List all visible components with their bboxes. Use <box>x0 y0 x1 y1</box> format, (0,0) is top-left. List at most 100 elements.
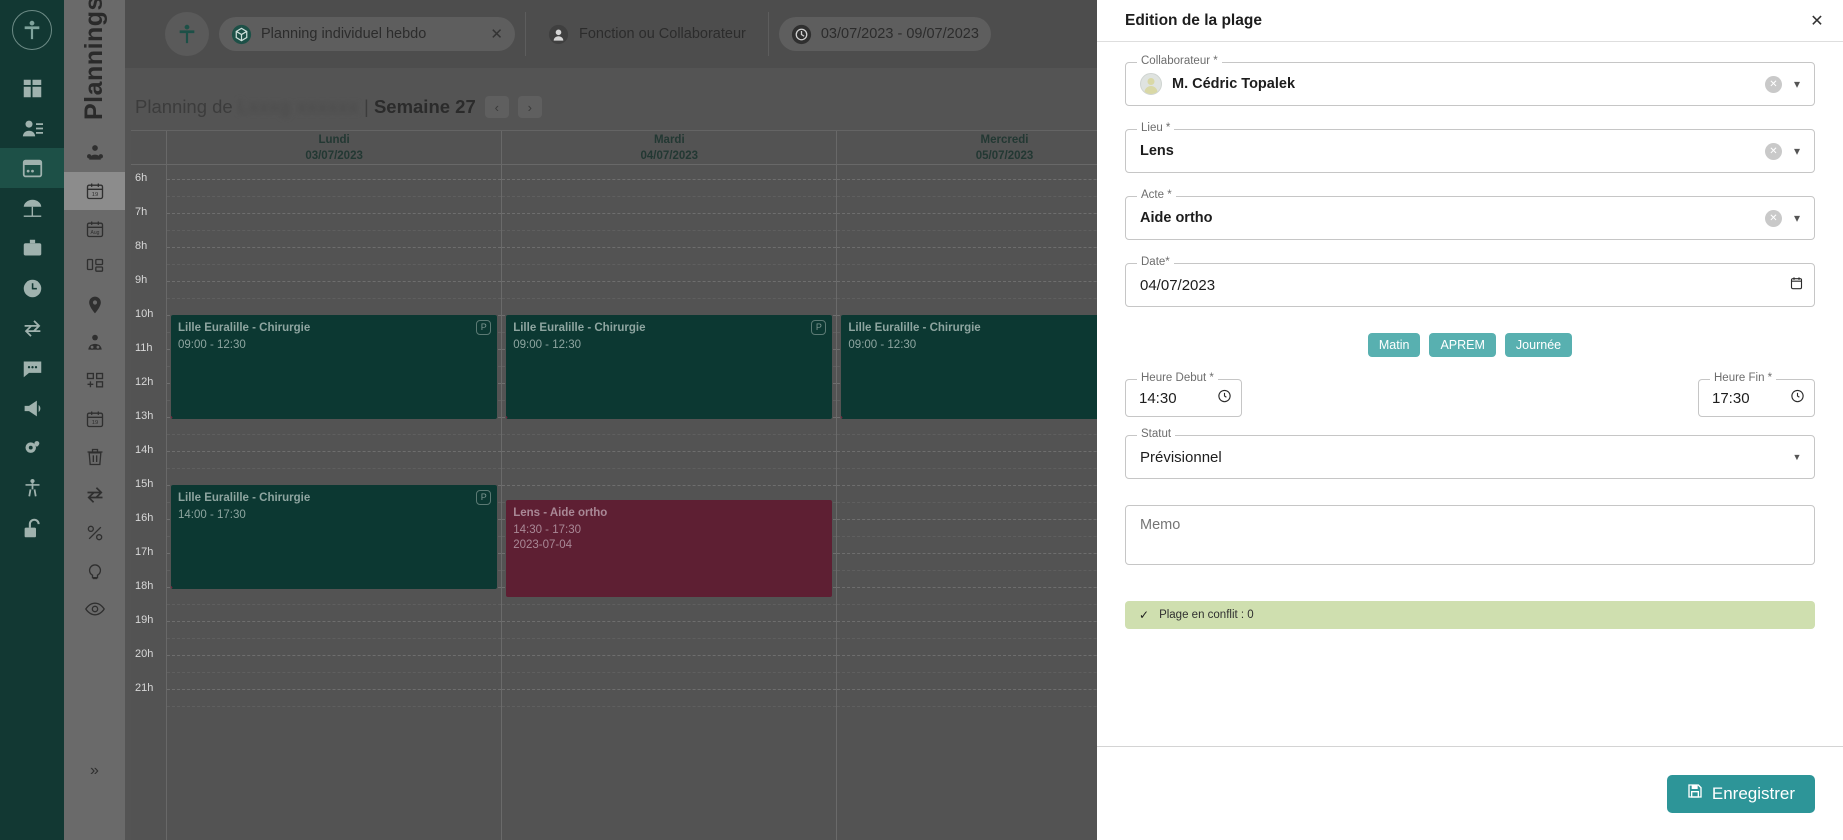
sidebar-item-plannings[interactable] <box>0 148 64 188</box>
sidebar-item-contacts[interactable] <box>12 108 52 148</box>
expand-sidebar-button[interactable]: » <box>64 762 125 780</box>
next-week-button[interactable]: › <box>517 96 542 118</box>
sidebar2-item-location[interactable] <box>64 286 125 324</box>
chevron-down-icon[interactable]: ▾ <box>1790 77 1804 91</box>
event-title: Lens - Aide ortho <box>513 507 608 519</box>
page-title: Planning de Lxxxg xxxxxx | Semaine 27 <box>135 96 476 118</box>
sidebar2-item-idea[interactable] <box>64 552 125 590</box>
conflict-status-badge: ✓ Plage en conflit : 0 <box>1125 601 1815 629</box>
sidebar-item-time[interactable] <box>12 268 52 308</box>
chevron-down-icon[interactable]: ▾ <box>1790 211 1804 225</box>
page-header: Planning de Lxxxg xxxxxx | Semaine 27 ‹ … <box>125 88 542 126</box>
sidebar2-item-layout[interactable] <box>64 248 125 286</box>
sidebar-item-announcements[interactable] <box>12 388 52 428</box>
sidebar-item-dashboard[interactable] <box>12 68 52 108</box>
half-hour-gridline <box>502 604 837 605</box>
sidebar2-item-calendar-day[interactable]: 19 <box>64 172 125 210</box>
clear-icon[interactable]: ✕ <box>1765 75 1782 93</box>
hour-gridline <box>502 281 837 282</box>
sidebar2-item-visibility[interactable] <box>64 590 125 628</box>
chevron-down-icon[interactable]: ▾ <box>1790 144 1804 158</box>
lieu-field[interactable]: Lieu * Lens ✕ ▾ <box>1125 122 1815 173</box>
filter-chip-date-range[interactable]: 03/07/2023 - 09/07/2023 <box>778 17 991 51</box>
collaborateur-label: Collaborateur * <box>1137 55 1222 67</box>
calendar-event[interactable]: Lille Euralille - Chirurgie 09:00 - 12:30… <box>171 315 498 419</box>
collaborateur-field[interactable]: Collaborateur * M. Cédric Topalek ✕ ▾ <box>1125 55 1815 106</box>
statut-field[interactable]: Statut Prévisionnel ▼ <box>1125 428 1815 479</box>
statut-label: Statut <box>1137 428 1176 440</box>
acte-value: Aide ortho <box>1140 210 1213 226</box>
event-time: 14:30 - 17:30 <box>513 523 581 536</box>
calendar-day-header: Mardi 04/07/2023 <box>502 131 838 164</box>
heure-fin-field[interactable]: Heure Fin * 17:30 <box>1698 372 1815 417</box>
preset-matin-button[interactable]: Matin <box>1367 333 1421 357</box>
close-icon[interactable]: ✕ <box>490 25 503 43</box>
conflict-text: Plage en conflit : 0 <box>1159 609 1254 621</box>
chevron-down-icon[interactable]: ▼ <box>1790 452 1804 462</box>
date-value[interactable]: 04/07/2023 <box>1140 277 1789 294</box>
half-hour-gridline <box>167 434 502 435</box>
hour-label: 18h <box>135 580 154 592</box>
event-title: Lille Euralille - Chirurgie <box>178 492 311 504</box>
half-hour-gridline <box>502 434 837 435</box>
clock-icon[interactable] <box>1217 388 1232 409</box>
event-title: Lille Euralille - Chirurgie <box>178 322 311 334</box>
sidebar-section-title: Plannings <box>80 0 108 120</box>
hour-gridline <box>167 281 502 282</box>
memo-field[interactable]: Memo <box>1125 505 1815 565</box>
sidebar2-item-swap[interactable] <box>64 476 125 514</box>
save-button[interactable]: Enregistrer <box>1666 774 1815 813</box>
acte-field[interactable]: Acte * Aide ortho ✕ ▾ <box>1125 189 1815 240</box>
calendar-event[interactable]: Lille Euralille - Chirurgie 09:00 - 12:30… <box>506 315 833 419</box>
filter-chip-label: 03/07/2023 - 09/07/2023 <box>820 26 979 42</box>
sidebar2-item-add-block[interactable] <box>64 362 125 400</box>
sidebar-item-exchange[interactable] <box>12 308 52 348</box>
sidebar-item-badge[interactable] <box>12 228 52 268</box>
svg-text:19: 19 <box>91 192 97 198</box>
half-hour-gridline <box>502 298 837 299</box>
edit-slot-dialog: Edition de la plage ✕ Collaborateur * M.… <box>1097 0 1843 840</box>
calendar-column-mardi[interactable]: Lille Euralille - Chirurgie 09:00 - 12:30… <box>502 165 838 840</box>
calendar-event[interactable]: Lens - Aide ortho 14:30 - 17:30 2023-07-04 <box>506 500 833 597</box>
check-icon: ✓ <box>1139 608 1150 622</box>
sidebar-item-settings[interactable] <box>12 428 52 468</box>
calendar-icon[interactable] <box>1789 275 1804 296</box>
tree-logo-icon[interactable] <box>12 10 52 50</box>
sidebar-item-vacations[interactable] <box>12 188 52 228</box>
sidebar-item-unlock[interactable] <box>12 508 52 548</box>
date-field[interactable]: Date* 04/07/2023 <box>1125 256 1815 307</box>
sidebar2-item-team[interactable] <box>64 134 125 172</box>
floppy-disk-icon <box>1687 783 1703 804</box>
filter-chip-collaborator[interactable]: Fonction ou Collaborateur <box>536 12 758 56</box>
clock-icon[interactable] <box>1790 388 1805 409</box>
heure-debut-field[interactable]: Heure Debut * 14:30 <box>1125 372 1242 417</box>
heure-fin-label: Heure Fin * <box>1710 372 1777 384</box>
preset-aprem-button[interactable]: APREM <box>1429 333 1496 357</box>
clear-icon[interactable]: ✕ <box>1765 209 1782 227</box>
filter-chip-planning-type[interactable]: Planning individuel hebdo ✕ <box>219 17 515 51</box>
calendar-event[interactable]: Lille Euralille - Chirurgie 14:00 - 17:30… <box>171 485 498 589</box>
calendar-column-lundi[interactable]: Lille Euralille - Chirurgie 09:00 - 12:30… <box>167 165 503 840</box>
clear-icon[interactable]: ✕ <box>1765 142 1782 160</box>
sidebar2-item-calendar-19b[interactable]: 19 <box>64 400 125 438</box>
time-row: Heure Debut * 14:30 Heure Fin * 17:30 <box>1125 372 1815 417</box>
sidebar2-item-calendar-month[interactable]: Aug <box>64 210 125 248</box>
sidebar-item-skeleton[interactable] <box>12 468 52 508</box>
sidebar2-item-percent[interactable] <box>64 514 125 552</box>
close-icon[interactable]: ✕ <box>1805 9 1829 33</box>
history-icon <box>791 24 812 45</box>
prev-week-button[interactable]: ‹ <box>484 96 509 118</box>
heure-fin-value[interactable]: 17:30 <box>1712 390 1790 407</box>
sidebar-item-messages[interactable] <box>12 348 52 388</box>
half-hour-gridline <box>167 604 502 605</box>
event-time: 09:00 - 12:30 <box>513 338 581 351</box>
hour-gridline <box>502 689 837 690</box>
heure-debut-value[interactable]: 14:30 <box>1139 390 1217 407</box>
sidebar2-item-staff[interactable] <box>64 324 125 362</box>
dialog-header: Edition de la plage ✕ <box>1097 0 1843 42</box>
page-title-separator: | <box>363 96 369 117</box>
toolbar-logo-icon[interactable] <box>165 12 209 56</box>
sidebar2-item-trash[interactable] <box>64 438 125 476</box>
preset-journee-button[interactable]: Journée <box>1504 333 1573 357</box>
toolbar-divider <box>767 12 769 56</box>
